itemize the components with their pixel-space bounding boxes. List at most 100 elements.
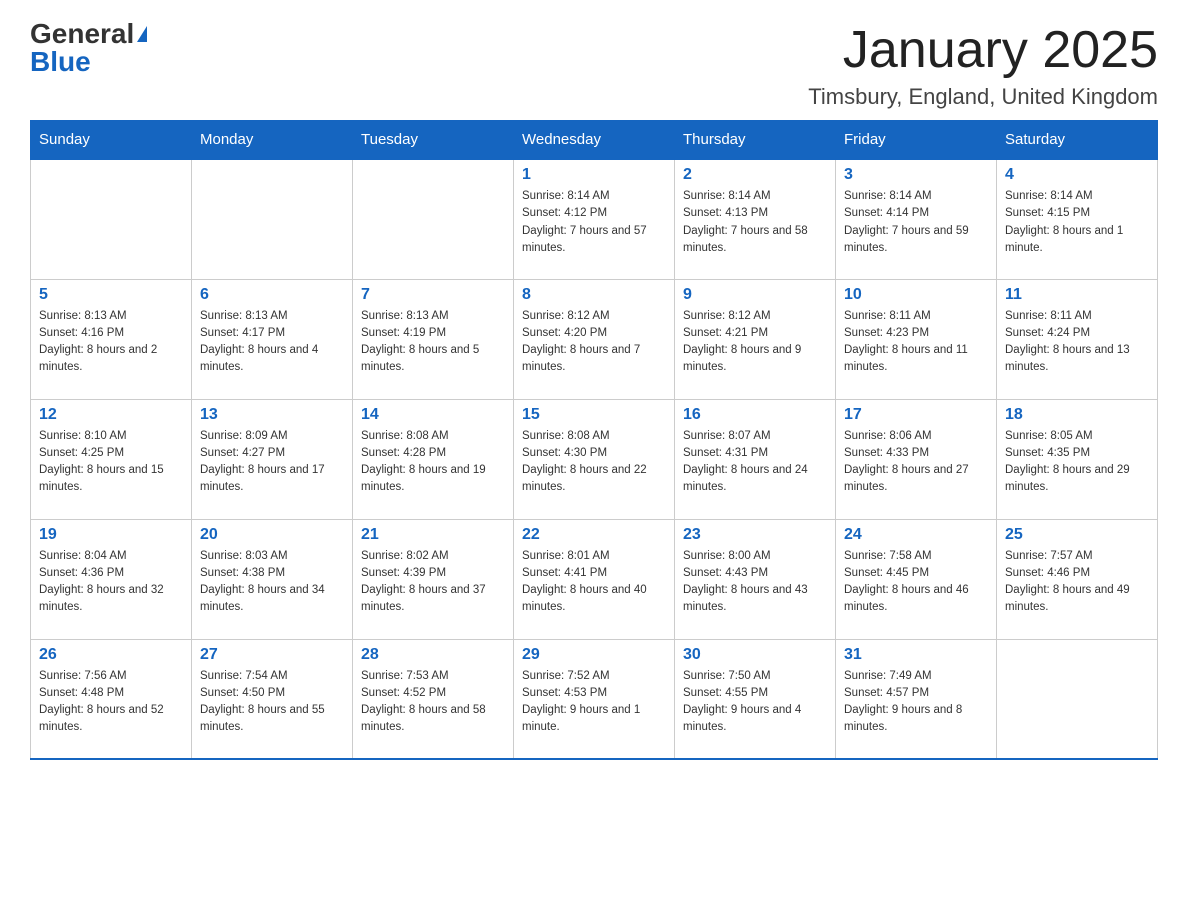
table-row bbox=[997, 639, 1158, 759]
table-row: 28 Sunrise: 7:53 AMSunset: 4:52 PMDayligh… bbox=[353, 639, 514, 759]
table-row: 31Sunrise: 7:49 AMSunset: 4:57 PMDayligh… bbox=[836, 639, 997, 759]
day-info: Sunrise: 7:57 AMSunset: 4:46 PMDaylight:… bbox=[1005, 548, 1149, 617]
table-row: 1 Sunrise: 8:14 AMSunset: 4:12 PMDaylight… bbox=[514, 159, 675, 279]
table-row: 27 Sunrise: 7:54 AMSunset: 4:50 PMDayligh… bbox=[192, 639, 353, 759]
day-number: 12 bbox=[39, 406, 183, 424]
day-info: Sunrise: 7:50 AMSunset: 4:55 PMDaylight:… bbox=[683, 668, 827, 737]
day-number: 22 bbox=[522, 526, 666, 544]
day-number: 27 bbox=[200, 646, 344, 664]
logo-triangle-icon bbox=[137, 26, 147, 42]
day-number: 18 bbox=[1005, 406, 1149, 424]
day-info: Sunrise: 8:09 AMSunset: 4:27 PMDaylight:… bbox=[200, 428, 344, 497]
table-row: 15 Sunrise: 8:08 AMSunset: 4:30 PMDayligh… bbox=[514, 399, 675, 519]
day-info: Sunrise: 8:13 AMSunset: 4:19 PMDaylight:… bbox=[361, 308, 505, 377]
table-row: 18Sunrise: 8:05 AMSunset: 4:35 PMDayligh… bbox=[997, 399, 1158, 519]
table-row: 12 Sunrise: 8:10 AMSunset: 4:25 PMDayligh… bbox=[31, 399, 192, 519]
day-number: 29 bbox=[522, 646, 666, 664]
day-number: 17 bbox=[844, 406, 988, 424]
day-number: 1 bbox=[522, 166, 666, 184]
table-row: 24 Sunrise: 7:58 AMSunset: 4:45 PMDayligh… bbox=[836, 519, 997, 639]
table-row bbox=[353, 159, 514, 279]
day-info: Sunrise: 7:56 AMSunset: 4:48 PMDaylight:… bbox=[39, 668, 183, 737]
day-number: 26 bbox=[39, 646, 183, 664]
calendar-week-row: 5Sunrise: 8:13 AMSunset: 4:16 PMDaylight… bbox=[31, 279, 1158, 399]
day-info: Sunrise: 7:52 AMSunset: 4:53 PMDaylight:… bbox=[522, 668, 666, 737]
day-number: 3 bbox=[844, 166, 988, 184]
day-number: 13 bbox=[200, 406, 344, 424]
day-info: Sunrise: 8:13 AMSunset: 4:17 PMDaylight:… bbox=[200, 308, 344, 377]
day-info: Sunrise: 8:14 AMSunset: 4:13 PMDaylight:… bbox=[683, 188, 827, 257]
table-row: 20Sunrise: 8:03 AMSunset: 4:38 PMDayligh… bbox=[192, 519, 353, 639]
day-number: 30 bbox=[683, 646, 827, 664]
day-info: Sunrise: 8:02 AMSunset: 4:39 PMDaylight:… bbox=[361, 548, 505, 617]
table-row: 25 Sunrise: 7:57 AMSunset: 4:46 PMDayligh… bbox=[997, 519, 1158, 639]
table-row: 3 Sunrise: 8:14 AMSunset: 4:14 PMDaylight… bbox=[836, 159, 997, 279]
table-row: 10 Sunrise: 8:11 AMSunset: 4:23 PMDayligh… bbox=[836, 279, 997, 399]
table-row: 29 Sunrise: 7:52 AMSunset: 4:53 PMDayligh… bbox=[514, 639, 675, 759]
day-info: Sunrise: 7:49 AMSunset: 4:57 PMDaylight:… bbox=[844, 668, 988, 737]
location-title: Timsbury, England, United Kingdom bbox=[808, 84, 1158, 110]
day-info: Sunrise: 8:14 AMSunset: 4:12 PMDaylight:… bbox=[522, 188, 666, 257]
table-row: 17 Sunrise: 8:06 AMSunset: 4:33 PMDayligh… bbox=[836, 399, 997, 519]
day-info: Sunrise: 8:10 AMSunset: 4:25 PMDaylight:… bbox=[39, 428, 183, 497]
table-row: 22 Sunrise: 8:01 AMSunset: 4:41 PMDayligh… bbox=[514, 519, 675, 639]
table-row bbox=[31, 159, 192, 279]
day-number: 7 bbox=[361, 286, 505, 304]
day-info: Sunrise: 8:11 AMSunset: 4:24 PMDaylight:… bbox=[1005, 308, 1149, 377]
table-row bbox=[192, 159, 353, 279]
day-number: 19 bbox=[39, 526, 183, 544]
day-info: Sunrise: 8:14 AMSunset: 4:15 PMDaylight:… bbox=[1005, 188, 1149, 257]
day-number: 25 bbox=[1005, 526, 1149, 544]
day-info: Sunrise: 8:00 AMSunset: 4:43 PMDaylight:… bbox=[683, 548, 827, 617]
day-info: Sunrise: 8:03 AMSunset: 4:38 PMDaylight:… bbox=[200, 548, 344, 617]
table-row: 6 Sunrise: 8:13 AMSunset: 4:17 PMDaylight… bbox=[192, 279, 353, 399]
day-number: 16 bbox=[683, 406, 827, 424]
day-number: 21 bbox=[361, 526, 505, 544]
logo-general-text: General bbox=[30, 20, 134, 48]
calendar-table: Sunday Monday Tuesday Wednesday Thursday… bbox=[30, 120, 1158, 760]
table-row: 21 Sunrise: 8:02 AMSunset: 4:39 PMDayligh… bbox=[353, 519, 514, 639]
day-info: Sunrise: 7:54 AMSunset: 4:50 PMDaylight:… bbox=[200, 668, 344, 737]
table-row: 23 Sunrise: 8:00 AMSunset: 4:43 PMDayligh… bbox=[675, 519, 836, 639]
day-info: Sunrise: 8:08 AMSunset: 4:28 PMDaylight:… bbox=[361, 428, 505, 497]
day-number: 24 bbox=[844, 526, 988, 544]
day-number: 6 bbox=[200, 286, 344, 304]
day-info: Sunrise: 8:04 AMSunset: 4:36 PMDaylight:… bbox=[39, 548, 183, 617]
day-number: 10 bbox=[844, 286, 988, 304]
header-tuesday: Tuesday bbox=[353, 121, 514, 160]
day-info: Sunrise: 8:12 AMSunset: 4:21 PMDaylight:… bbox=[683, 308, 827, 377]
day-number: 23 bbox=[683, 526, 827, 544]
logo: General Blue bbox=[30, 20, 147, 76]
day-info: Sunrise: 8:01 AMSunset: 4:41 PMDaylight:… bbox=[522, 548, 666, 617]
table-row: 30 Sunrise: 7:50 AMSunset: 4:55 PMDayligh… bbox=[675, 639, 836, 759]
day-info: Sunrise: 8:06 AMSunset: 4:33 PMDaylight:… bbox=[844, 428, 988, 497]
day-info: Sunrise: 8:12 AMSunset: 4:20 PMDaylight:… bbox=[522, 308, 666, 377]
header-sunday: Sunday bbox=[31, 121, 192, 160]
table-row: 11Sunrise: 8:11 AMSunset: 4:24 PMDayligh… bbox=[997, 279, 1158, 399]
day-info: Sunrise: 7:53 AMSunset: 4:52 PMDaylight:… bbox=[361, 668, 505, 737]
table-row: 14Sunrise: 8:08 AMSunset: 4:28 PMDayligh… bbox=[353, 399, 514, 519]
header-monday: Monday bbox=[192, 121, 353, 160]
page-header: General Blue January 2025 Timsbury, Engl… bbox=[30, 20, 1158, 110]
table-row: 5Sunrise: 8:13 AMSunset: 4:16 PMDaylight… bbox=[31, 279, 192, 399]
day-info: Sunrise: 7:58 AMSunset: 4:45 PMDaylight:… bbox=[844, 548, 988, 617]
month-title: January 2025 bbox=[808, 20, 1158, 80]
day-number: 8 bbox=[522, 286, 666, 304]
day-number: 15 bbox=[522, 406, 666, 424]
day-number: 2 bbox=[683, 166, 827, 184]
day-info: Sunrise: 8:07 AMSunset: 4:31 PMDaylight:… bbox=[683, 428, 827, 497]
header-thursday: Thursday bbox=[675, 121, 836, 160]
weekday-header-row: Sunday Monday Tuesday Wednesday Thursday… bbox=[31, 121, 1158, 160]
table-row: 26 Sunrise: 7:56 AMSunset: 4:48 PMDayligh… bbox=[31, 639, 192, 759]
day-number: 4 bbox=[1005, 166, 1149, 184]
header-wednesday: Wednesday bbox=[514, 121, 675, 160]
calendar-week-row: 19 Sunrise: 8:04 AMSunset: 4:36 PMDayligh… bbox=[31, 519, 1158, 639]
calendar-week-row: 26 Sunrise: 7:56 AMSunset: 4:48 PMDayligh… bbox=[31, 639, 1158, 759]
header-saturday: Saturday bbox=[997, 121, 1158, 160]
day-info: Sunrise: 8:08 AMSunset: 4:30 PMDaylight:… bbox=[522, 428, 666, 497]
day-number: 28 bbox=[361, 646, 505, 664]
table-row: 19 Sunrise: 8:04 AMSunset: 4:36 PMDayligh… bbox=[31, 519, 192, 639]
day-info: Sunrise: 8:11 AMSunset: 4:23 PMDaylight:… bbox=[844, 308, 988, 377]
table-row: 8 Sunrise: 8:12 AMSunset: 4:20 PMDaylight… bbox=[514, 279, 675, 399]
day-info: Sunrise: 8:14 AMSunset: 4:14 PMDaylight:… bbox=[844, 188, 988, 257]
